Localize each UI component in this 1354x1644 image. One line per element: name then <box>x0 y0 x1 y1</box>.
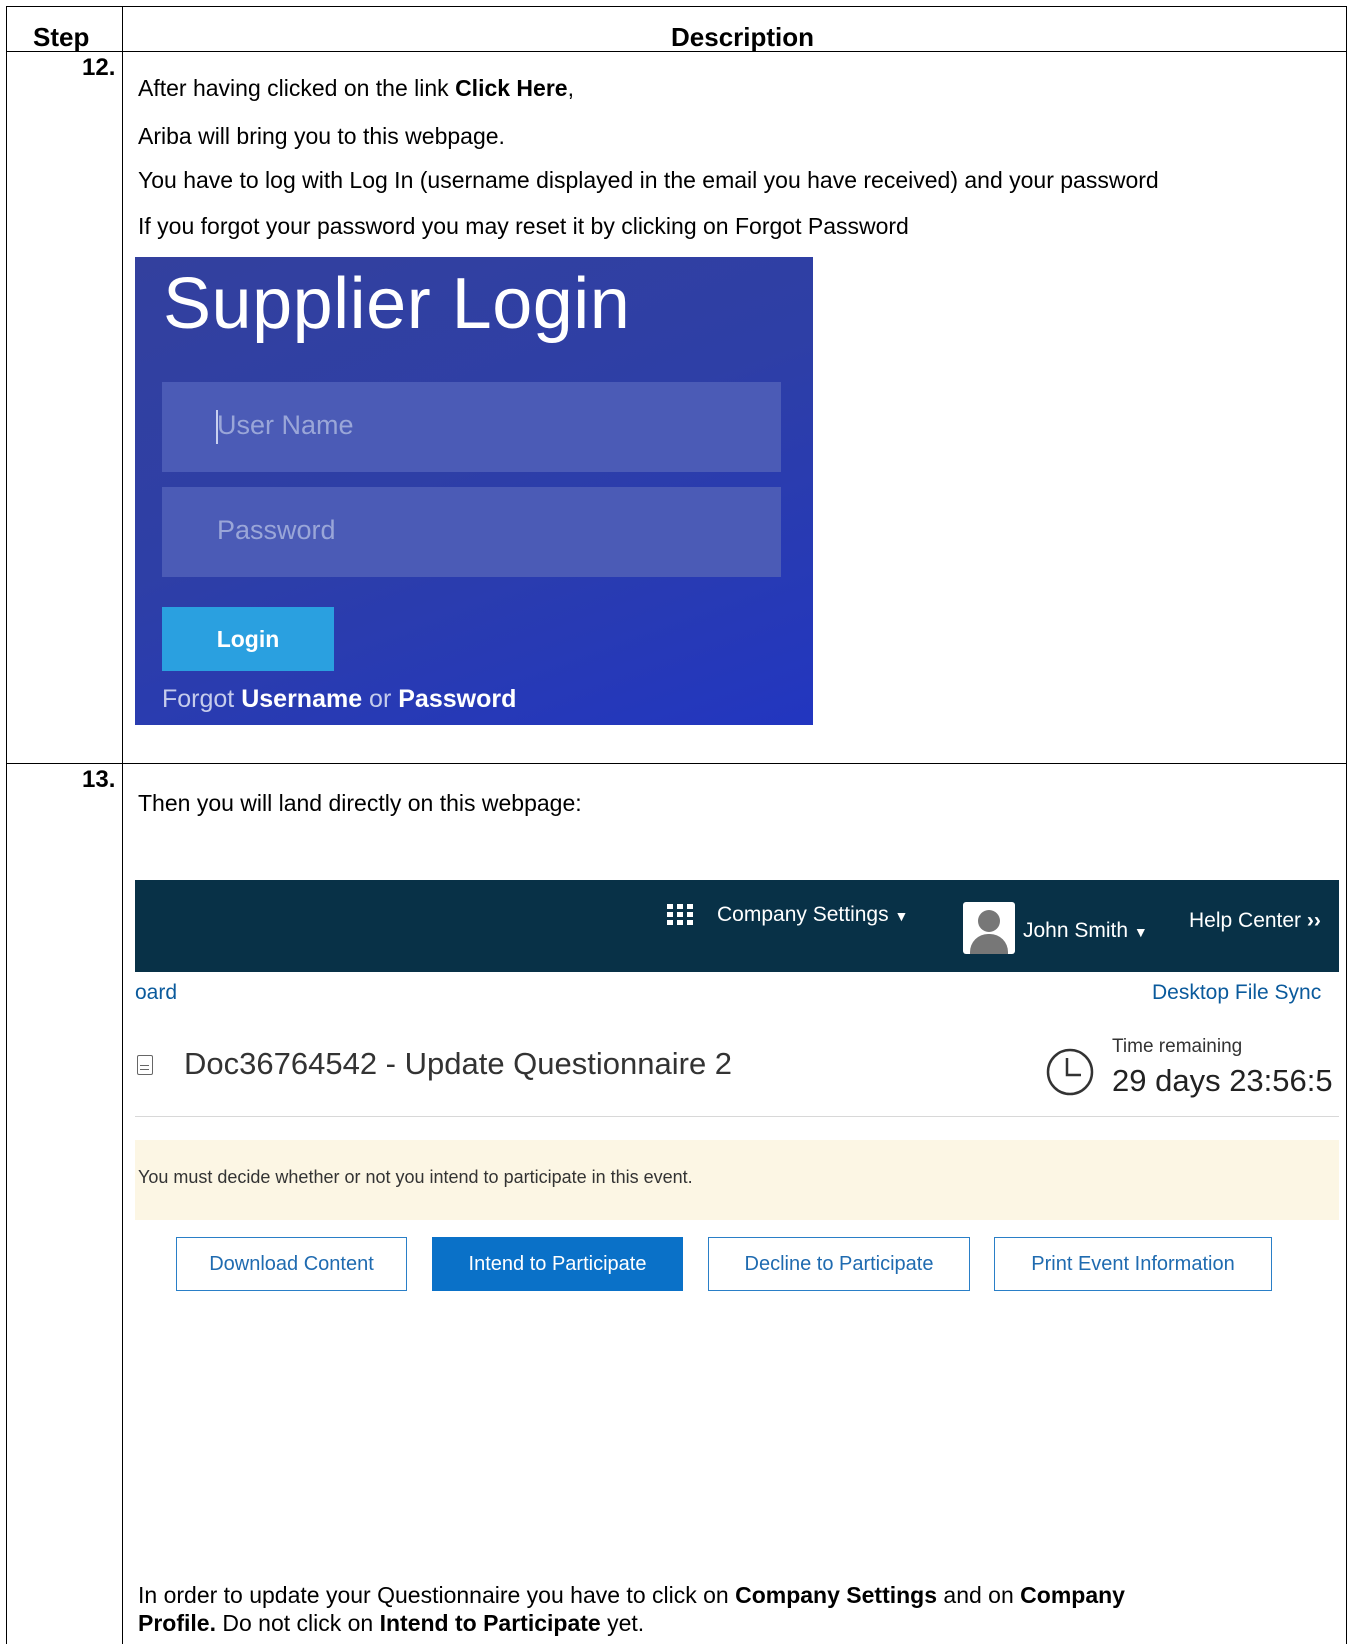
notice-text: You must decide whether or not you inten… <box>138 1167 693 1187</box>
step-number-13: 13. <box>82 766 116 793</box>
table-border-left <box>6 6 7 1644</box>
user-avatar[interactable] <box>963 902 1015 954</box>
company-settings-label: Company Settings <box>717 903 889 926</box>
step-number-12: 12. <box>82 54 116 81</box>
document-icon <box>137 1055 153 1075</box>
print-event-information-button[interactable]: Print Event Information <box>994 1237 1272 1291</box>
help-center-link[interactable]: Help Center ›› <box>1189 909 1321 933</box>
breadcrumb[interactable]: oard <box>135 981 177 1005</box>
forgot-prefix: Forgot <box>162 685 242 713</box>
closing-text-4: yet. <box>600 1610 645 1636</box>
ariba-top-bar: Company Settings ▼ John Smith ▼ Help Cen… <box>135 880 1339 972</box>
help-center-label: Help Center <box>1189 909 1302 932</box>
caret-down-icon: ▼ <box>894 908 909 924</box>
forgot-or: or <box>362 685 399 713</box>
desktop-file-sync-link[interactable]: Desktop File Sync <box>1152 981 1321 1005</box>
step13-intro: Then you will land directly on this webp… <box>138 790 582 816</box>
header-description: Description <box>671 22 815 52</box>
profile-bold: Profile. <box>138 1610 216 1636</box>
username-placeholder: User Name <box>217 410 354 440</box>
time-remaining-label: Time remaining <box>1112 1036 1243 1057</box>
forgot-username-link[interactable]: Username <box>241 685 362 713</box>
user-name-label: John Smith <box>1023 919 1129 942</box>
closing-text-2: and on <box>937 1582 1021 1608</box>
password-field[interactable]: Password <box>162 487 781 577</box>
clock-icon <box>1046 1048 1094 1096</box>
step12-line1-text: After having clicked on the link <box>138 75 456 101</box>
table-border-right <box>1346 6 1347 1644</box>
participation-notice: You must decide whether or not you inten… <box>135 1140 1339 1220</box>
forgot-credentials: Forgot Username or Password <box>162 685 516 714</box>
login-button[interactable]: Login <box>162 607 334 671</box>
intend-to-participate-bold: Intend to Participate <box>379 1610 601 1636</box>
intend-to-participate-button[interactable]: Intend to Participate <box>432 1237 683 1291</box>
username-field[interactable]: User Name <box>162 382 781 472</box>
table-border-top <box>6 6 1347 7</box>
download-content-button[interactable]: Download Content <box>176 1237 407 1291</box>
login-title: Supplier Login <box>163 264 631 344</box>
app-grid-icon[interactable] <box>667 904 693 926</box>
company-settings-menu[interactable]: Company Settings ▼ <box>717 903 908 927</box>
column-divider <box>122 6 123 1644</box>
row-divider <box>6 763 1347 764</box>
header-step: Step <box>33 22 90 52</box>
company-bold: Company <box>1020 1582 1125 1608</box>
decline-to-participate-button[interactable]: Decline to Participate <box>708 1237 970 1291</box>
step12-line4: If you forgot your password you may rese… <box>138 213 909 239</box>
title-separator <box>135 1116 1339 1117</box>
step13-closing-line1: In order to update your Questionnaire yo… <box>138 1582 1125 1609</box>
page-title: Doc36764542 - Update Questionnaire 2 <box>184 1046 733 1081</box>
step12-line1: After having clicked on the link Click H… <box>138 75 574 102</box>
password-placeholder: Password <box>217 515 336 545</box>
time-remaining-value: 29 days 23:56:5 <box>1112 1063 1333 1098</box>
user-menu[interactable]: John Smith ▼ <box>1023 919 1148 943</box>
closing-text-3: Do not click on <box>215 1610 380 1636</box>
supplier-login-screenshot: Supplier Login User Name Password Login … <box>135 257 813 725</box>
closing-text-1: In order to update your Questionnaire yo… <box>138 1582 736 1608</box>
step12-line1-comma: , <box>567 75 574 101</box>
step12-line3: You have to log with Log In (username di… <box>138 167 1159 193</box>
caret-down-icon: ▼ <box>1133 924 1148 940</box>
forgot-password-link[interactable]: Password <box>398 685 516 713</box>
click-here-bold: Click Here <box>455 75 568 101</box>
step12-line2: Ariba will bring you to this webpage. <box>138 123 505 149</box>
company-settings-bold: Company Settings <box>735 1582 938 1608</box>
step13-closing-line2: Profile. Do not click on Intend to Parti… <box>138 1610 644 1637</box>
double-chevron-right-icon: ›› <box>1306 909 1321 932</box>
